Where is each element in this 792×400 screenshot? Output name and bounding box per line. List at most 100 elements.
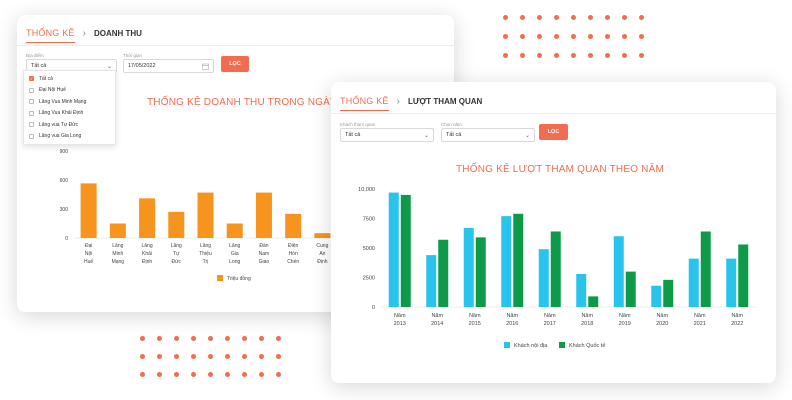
bar bbox=[168, 211, 185, 238]
x-tick-label: Năm bbox=[694, 313, 706, 319]
decor-dot bbox=[622, 34, 627, 39]
x-tick-label: Giao bbox=[259, 259, 270, 265]
legend-swatch bbox=[504, 342, 510, 348]
decor-dot bbox=[605, 53, 610, 58]
x-tick-label: Năm bbox=[656, 313, 668, 319]
x-tick-label: Lăng bbox=[112, 243, 123, 249]
bar bbox=[663, 279, 674, 307]
decor-dot bbox=[622, 15, 627, 20]
decor-dot bbox=[554, 15, 559, 20]
decor-dot bbox=[571, 15, 576, 20]
decor-dot bbox=[588, 53, 593, 58]
y-tick-label: 300 bbox=[60, 207, 69, 213]
decor-dot bbox=[276, 354, 281, 359]
bar bbox=[426, 255, 437, 307]
bar bbox=[550, 231, 561, 307]
x-tick-label: Năm bbox=[731, 313, 743, 319]
decor-dot bbox=[191, 336, 196, 341]
x-tick-label: Năm bbox=[506, 313, 518, 319]
y-tick-label: 2500 bbox=[363, 276, 375, 282]
x-tick-label: Lăng bbox=[229, 243, 240, 249]
bar bbox=[651, 285, 662, 307]
decor-dot bbox=[520, 34, 525, 39]
dropdown-option-label: Lăng Vua Khải Định bbox=[39, 110, 84, 117]
dropdown-option[interactable]: Lăng vua Tự Đức bbox=[24, 119, 115, 131]
decor-dot bbox=[208, 354, 213, 359]
y-tick-label: 10,000 bbox=[358, 187, 375, 193]
dropdown-option[interactable]: Lăng vua Gia Long bbox=[24, 131, 115, 143]
x-tick-label: Lăng bbox=[200, 243, 211, 249]
y-tick-label: 0 bbox=[372, 305, 375, 311]
y-tick-label: 0 bbox=[65, 236, 68, 242]
decor-dot bbox=[174, 336, 179, 341]
decor-dot bbox=[157, 354, 162, 359]
bar bbox=[475, 237, 486, 307]
decor-dot bbox=[157, 372, 162, 377]
decor-dot bbox=[242, 354, 247, 359]
x-tick-label: 2018 bbox=[581, 321, 593, 327]
x-tick-label: Năm bbox=[619, 313, 631, 319]
decor-dot bbox=[554, 53, 559, 58]
decor-dot bbox=[259, 336, 264, 341]
decor-dot bbox=[639, 15, 644, 20]
visits-card: THỐNG KÊ › LƯỢT THAM QUAN Khách tham qua… bbox=[331, 82, 776, 383]
decor-dot bbox=[276, 372, 281, 377]
legend-label: Khách Quốc tế bbox=[569, 343, 605, 349]
bar bbox=[726, 258, 737, 307]
checkbox-icon[interactable] bbox=[29, 87, 34, 93]
dropdown-option-label: Lăng Vua Minh Mạng bbox=[39, 98, 87, 105]
decor-dot bbox=[537, 15, 542, 20]
x-tick-label: Long bbox=[229, 259, 240, 265]
x-tick-label: Đức bbox=[172, 259, 182, 265]
x-tick-label: 2022 bbox=[731, 321, 743, 327]
decor-dot bbox=[208, 336, 213, 341]
dropdown-option[interactable]: Lăng Vua Minh Mạng bbox=[24, 96, 115, 108]
dropdown-option-label: Lăng vua Gia Long bbox=[39, 133, 82, 140]
x-tick-label: 2017 bbox=[544, 321, 556, 327]
dropdown-option[interactable]: Đại Nội Huế bbox=[24, 85, 115, 97]
x-tick-label: Tự bbox=[173, 251, 180, 257]
decor-dot bbox=[639, 53, 644, 58]
decor-dot bbox=[225, 372, 230, 377]
decor-dot bbox=[520, 53, 525, 58]
decor-dot bbox=[537, 34, 542, 39]
decor-dot bbox=[259, 354, 264, 359]
decor-dot bbox=[225, 354, 230, 359]
dropdown-option[interactable]: ✓ Tất cả bbox=[24, 73, 115, 85]
decor-dot bbox=[174, 372, 179, 377]
x-tick-label: Đại bbox=[85, 243, 93, 249]
decor-dot bbox=[520, 15, 525, 20]
y-tick-label: 600 bbox=[60, 178, 69, 184]
x-tick-label: Đàn bbox=[259, 243, 268, 249]
decor-dot bbox=[242, 336, 247, 341]
decor-dot bbox=[191, 372, 196, 377]
x-tick-label: Minh bbox=[112, 251, 123, 257]
bar bbox=[109, 223, 126, 238]
x-tick-label: Định bbox=[142, 259, 153, 265]
decor-dot bbox=[208, 372, 213, 377]
y-tick-label: 7500 bbox=[363, 217, 375, 223]
checkbox-icon[interactable] bbox=[29, 99, 34, 105]
checkbox-icon[interactable] bbox=[29, 133, 34, 139]
bar bbox=[738, 244, 749, 307]
x-tick-label: Nam bbox=[259, 251, 270, 257]
bar bbox=[314, 233, 331, 238]
x-tick-label: An bbox=[319, 251, 325, 257]
x-tick-label: 2015 bbox=[469, 321, 481, 327]
dot-pattern-bottom bbox=[140, 336, 281, 388]
x-tick-label: Năm bbox=[544, 313, 556, 319]
checkbox-icon[interactable] bbox=[29, 110, 34, 116]
x-tick-label: 2014 bbox=[431, 321, 443, 327]
bar bbox=[226, 223, 243, 238]
dropdown-option[interactable]: Lăng Vua Khải Định bbox=[24, 108, 115, 120]
decor-dot bbox=[588, 34, 593, 39]
decor-dot bbox=[605, 15, 610, 20]
location-dropdown: ✓ Tất cả Đại Nội Huế Lăng Vua Minh Mạng Lăng… bbox=[23, 70, 116, 145]
decor-dot bbox=[588, 15, 593, 20]
decor-dot bbox=[503, 53, 508, 58]
checkbox-icon[interactable]: ✓ bbox=[29, 76, 34, 82]
checkbox-icon[interactable] bbox=[29, 122, 34, 128]
hero-illustration: THỐNG KÊ › DOANH THU Địa điểm Tất cả ⌄ T… bbox=[0, 0, 792, 400]
bar bbox=[463, 227, 474, 307]
dropdown-option-label: Đại Nội Huế bbox=[39, 87, 66, 94]
